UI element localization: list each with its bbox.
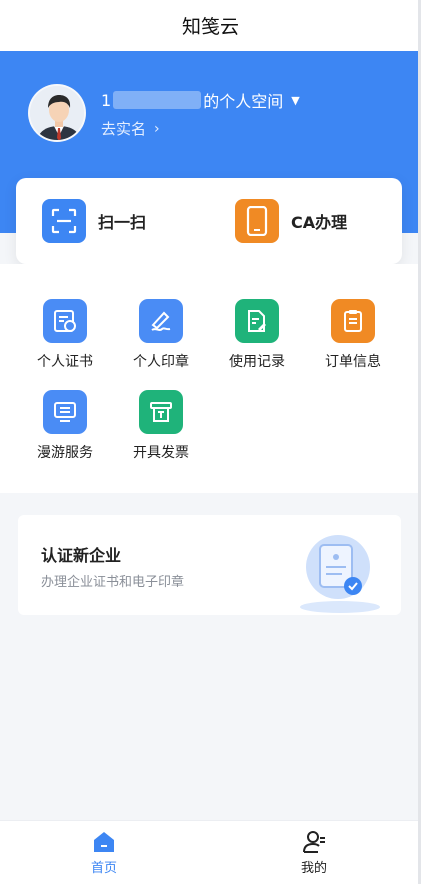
certificate-icon <box>43 299 87 343</box>
monitor-icon <box>43 390 87 434</box>
home-icon <box>94 832 114 852</box>
caret-down-icon: ▼ <box>291 93 300 107</box>
certified-document-icon <box>300 535 380 613</box>
grid-label: 开具发票 <box>133 445 189 461</box>
app-title: 知笺云 <box>181 16 239 38</box>
tab-home[interactable]: 首页 <box>44 821 164 884</box>
ca-apply-button[interactable]: CA办理 <box>235 199 347 243</box>
ca-apply-label: CA办理 <box>291 213 348 232</box>
grid-label: 订单信息 <box>325 354 381 370</box>
grid-item-issue-invoice[interactable]: 开具发票 <box>116 390 206 470</box>
app-title-bar: 知笺云 <box>0 0 421 51</box>
space-name-prefix: 1 <box>101 90 112 110</box>
service-grid: 个人证书 个人印章 使用记录 订单信息 漫游服务 开具发票 <box>0 264 421 493</box>
document-edit-icon <box>235 299 279 343</box>
scan-icon <box>42 199 86 243</box>
verify-label: 去实名 <box>101 120 147 138</box>
chevron-right-icon: › <box>154 120 160 137</box>
grid-label: 个人证书 <box>37 354 93 370</box>
scan-button[interactable]: 扫一扫 <box>42 199 146 243</box>
user-icon <box>303 831 325 853</box>
verify-identity-link[interactable]: 去实名 › <box>101 118 160 139</box>
enterprise-card-subtitle: 办理企业证书和电子印章 <box>41 575 185 590</box>
masked-phone-number <box>113 91 202 109</box>
personal-space-selector[interactable]: 1 的个人空间 ▼ <box>101 89 300 112</box>
avatar[interactable] <box>28 84 86 142</box>
grid-item-personal-certificate[interactable]: 个人证书 <box>20 299 110 379</box>
grid-label: 使用记录 <box>229 354 285 370</box>
enterprise-card-title: 认证新企业 <box>41 546 122 565</box>
bottom-tab-bar: 首页 我的 <box>0 820 421 884</box>
clipboard-icon <box>331 299 375 343</box>
space-name-suffix: 的个人空间 <box>203 92 284 111</box>
invoice-icon <box>139 390 183 434</box>
tab-mine[interactable]: 我的 <box>254 821 374 884</box>
grid-item-order-info[interactable]: 订单信息 <box>308 299 398 379</box>
quick-actions-card: 扫一扫 CA办理 <box>16 178 402 264</box>
scan-label: 扫一扫 <box>98 213 147 232</box>
pen-signature-icon <box>139 299 183 343</box>
grid-label: 漫游服务 <box>37 445 93 461</box>
tab-home-label: 首页 <box>90 861 117 876</box>
grid-label: 个人印章 <box>133 354 189 370</box>
tab-mine-label: 我的 <box>300 861 327 876</box>
grid-item-personal-seal[interactable]: 个人印章 <box>116 299 206 379</box>
phone-icon <box>235 199 279 243</box>
verify-enterprise-card[interactable]: 认证新企业 办理企业证书和电子印章 <box>18 515 401 615</box>
grid-item-usage-records[interactable]: 使用记录 <box>212 299 302 379</box>
grid-item-roaming-service[interactable]: 漫游服务 <box>20 390 110 470</box>
